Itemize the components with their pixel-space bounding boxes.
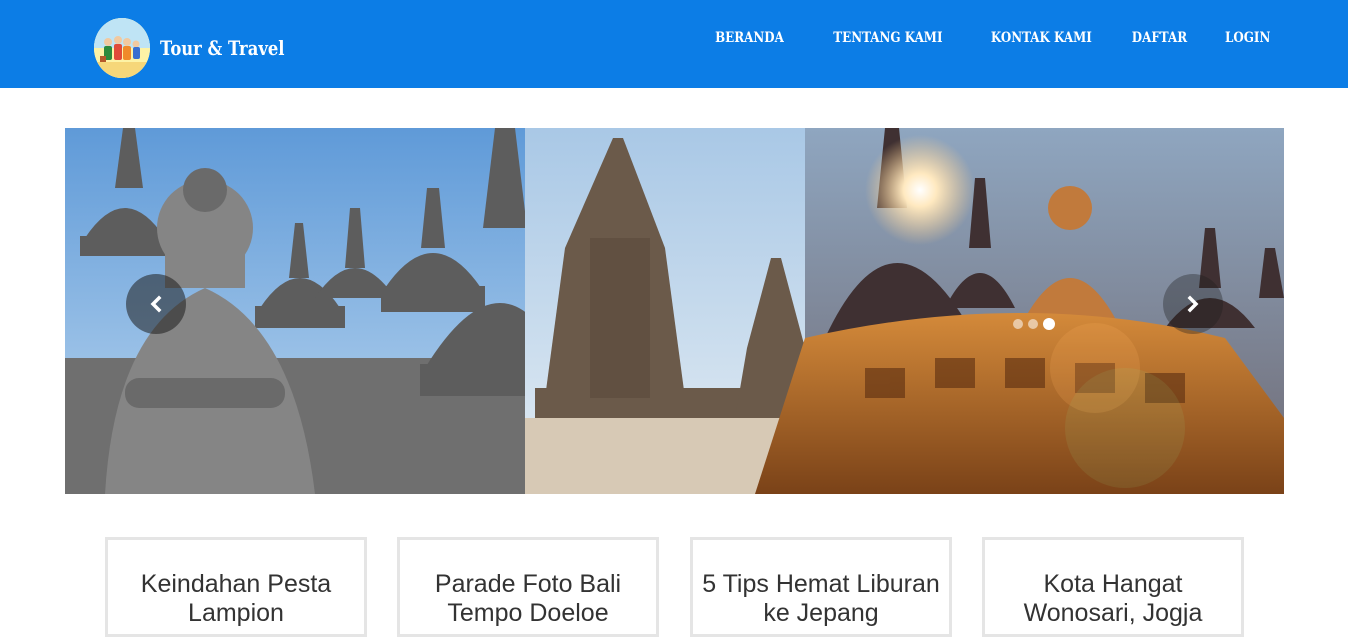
brand-title[interactable]: Tour & Travel bbox=[160, 36, 285, 60]
hero-carousel bbox=[65, 128, 1284, 494]
nav-item-daftar[interactable]: DAFTAR bbox=[1131, 30, 1186, 46]
temple-banner-image bbox=[65, 128, 1284, 494]
nav-item-beranda[interactable]: BERANDA bbox=[715, 30, 784, 46]
brand[interactable]: Tour & Travel bbox=[94, 18, 312, 78]
article-card[interactable]: Parade Foto Bali Tempo Doeloe bbox=[397, 537, 659, 637]
article-card[interactable]: 5 Tips Hemat Liburan ke Jepang bbox=[690, 537, 952, 637]
article-card[interactable]: Kota Hangat Wonosari, Jogja bbox=[982, 537, 1244, 637]
article-card-title[interactable]: Kota Hangat Wonosari, Jogja bbox=[985, 570, 1241, 628]
navbar: Tour & Travel BERANDA TENTANG KAMI KONTA… bbox=[0, 0, 1348, 88]
nav-item-kontak-kami[interactable]: KONTAK KAMI bbox=[991, 30, 1092, 46]
article-card-title[interactable]: Parade Foto Bali Tempo Doeloe bbox=[400, 570, 656, 628]
article-card-title[interactable]: Keindahan Pesta Lampion bbox=[108, 570, 364, 628]
carousel-next-button[interactable] bbox=[1163, 274, 1223, 334]
chevron-right-icon bbox=[1187, 295, 1199, 313]
article-card-title[interactable]: 5 Tips Hemat Liburan ke Jepang bbox=[693, 570, 949, 628]
carousel-indicator-3[interactable] bbox=[1043, 318, 1055, 330]
carousel-indicator-2[interactable] bbox=[1028, 319, 1038, 329]
carousel-prev-button[interactable] bbox=[126, 274, 186, 334]
nav-item-tentang-kami[interactable]: TENTANG KAMI bbox=[833, 30, 942, 46]
nav-item-login[interactable]: LOGIN bbox=[1225, 30, 1270, 46]
carousel-indicators bbox=[1013, 318, 1055, 330]
carousel-indicator-1[interactable] bbox=[1013, 319, 1023, 329]
chevron-left-icon bbox=[150, 295, 162, 313]
family-travel-logo[interactable] bbox=[94, 18, 150, 78]
article-card[interactable]: Keindahan Pesta Lampion bbox=[105, 537, 367, 637]
main-nav: BERANDA TENTANG KAMI KONTAK KAMI DAFTAR … bbox=[673, 30, 1270, 46]
